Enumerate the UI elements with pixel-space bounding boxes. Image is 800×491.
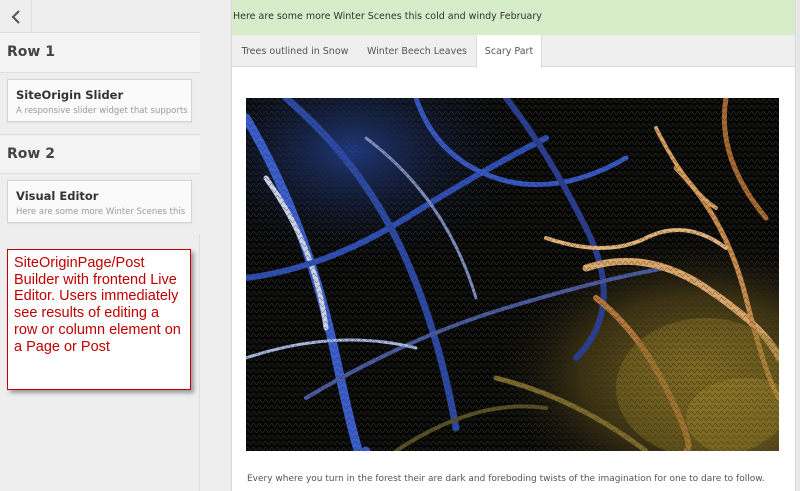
back-button[interactable] <box>0 0 32 33</box>
annotation-callout: SiteOriginPage/Post Builder with fronten… <box>7 249 191 390</box>
tab-trees-outlined-in-snow[interactable]: Trees outlined in Snow <box>232 35 358 67</box>
chevron-left-icon <box>11 9 20 24</box>
tab-scary-part[interactable]: Scary Part <box>476 35 542 68</box>
tab-caption: Every where you turn in the forest their… <box>247 474 765 484</box>
visual-editor-widget-card[interactable]: Visual Editor Here are some more Winter … <box>7 180 192 223</box>
row-1-header[interactable]: Row 1 <box>0 33 200 73</box>
slider-widget-card[interactable]: SiteOrigin Slider A responsive slider wi… <box>7 79 192 122</box>
widget-description: A responsive slider widget that supports <box>16 106 188 116</box>
widget-title: SiteOrigin Slider <box>16 88 124 102</box>
widget-description: Here are some more Winter Scenes this <box>16 207 186 217</box>
row-2-header[interactable]: Row 2 <box>0 134 200 174</box>
tab-panel: Every where you turn in the forest their… <box>232 68 795 491</box>
page-content: Here are some more Winter Scenes this co… <box>231 0 796 491</box>
visual-editor-text: Here are some more Winter Scenes this co… <box>232 0 795 35</box>
tab-bar: Trees outlined in Snow Winter Beech Leav… <box>232 35 795 68</box>
sidebar-header <box>0 0 200 33</box>
forest-photo <box>246 98 779 451</box>
forest-artwork <box>246 98 779 451</box>
live-preview: Here are some more Winter Scenes this co… <box>201 0 800 491</box>
row-1-body: SiteOrigin Slider A responsive slider wi… <box>0 73 200 134</box>
row-2-body: Visual Editor Here are some more Winter … <box>0 174 200 234</box>
widget-title: Visual Editor <box>16 189 99 203</box>
live-editor-sidebar: Row 1 SiteOrigin Slider A responsive sli… <box>0 0 200 491</box>
tab-winter-beech-leaves[interactable]: Winter Beech Leaves <box>358 35 476 67</box>
